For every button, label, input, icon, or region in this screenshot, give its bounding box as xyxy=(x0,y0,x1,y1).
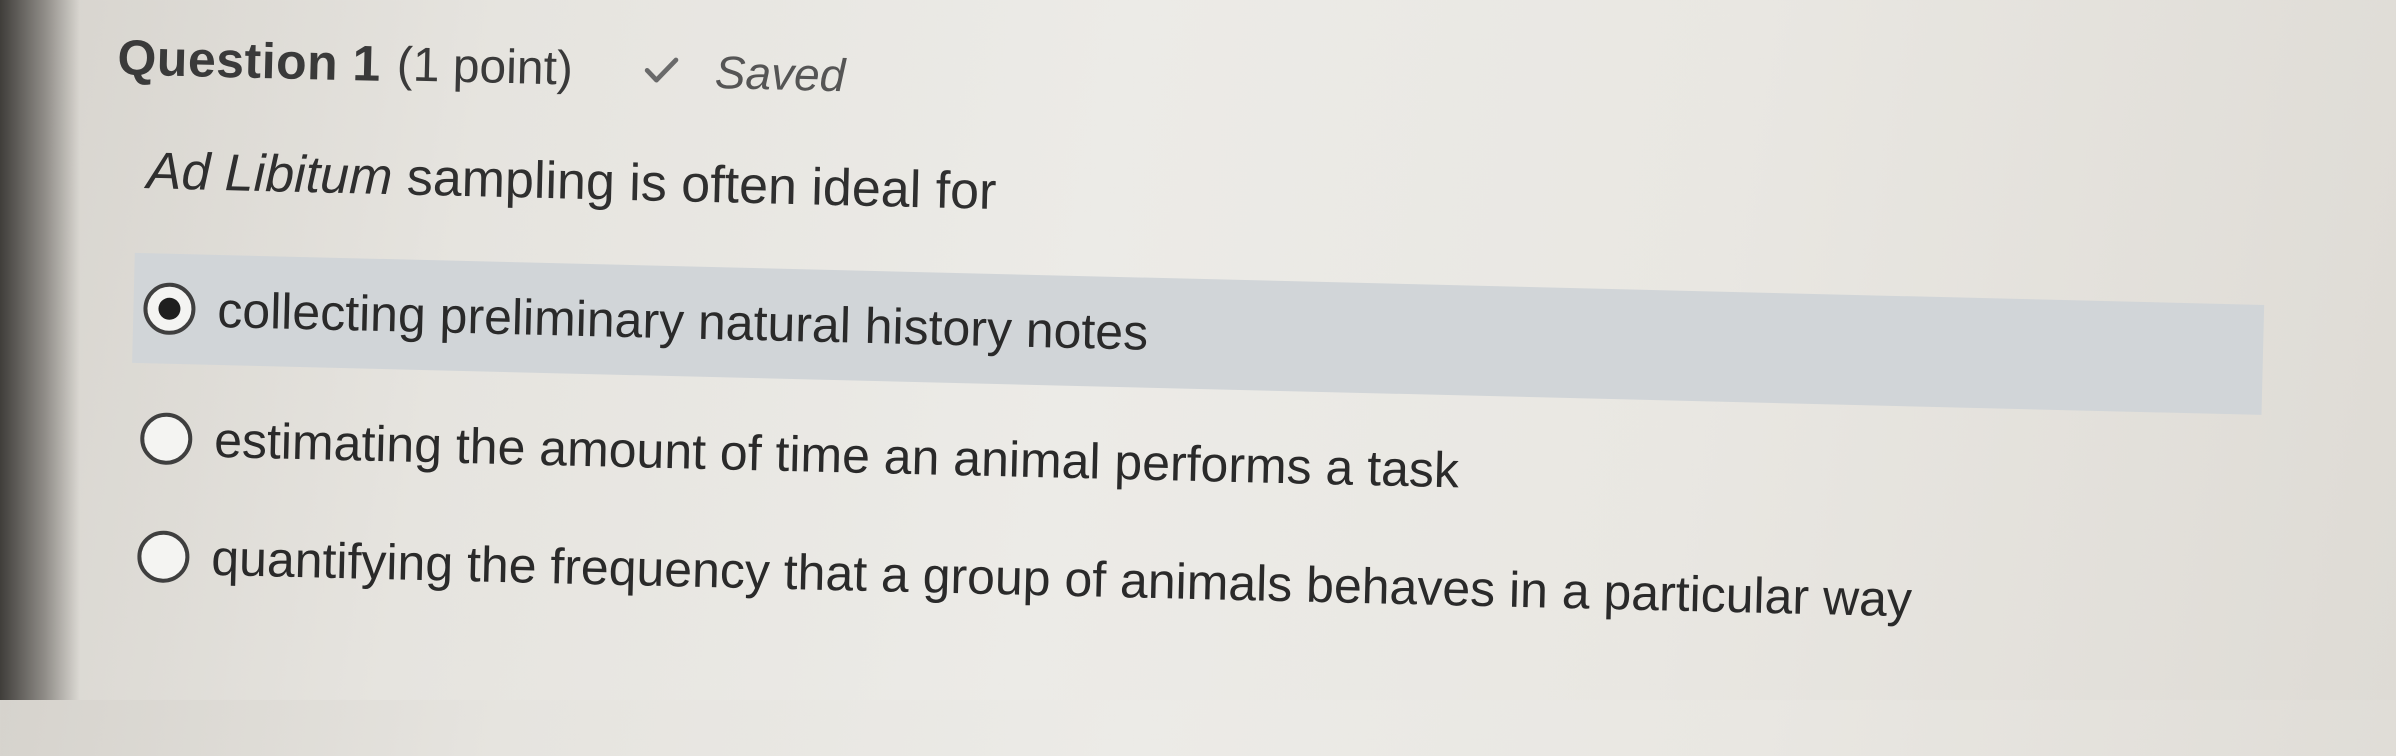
prompt-emphasis: Ad Libitum xyxy=(146,142,394,207)
quiz-question: Question 1 (1 point) Saved Ad Libitum sa… xyxy=(0,0,2396,756)
question-header: Question 1 (1 point) Saved xyxy=(117,22,846,110)
prompt-text: sampling is often ideal for xyxy=(391,148,998,221)
radio-button[interactable] xyxy=(136,530,191,584)
saved-status: Saved xyxy=(642,43,846,102)
answer-option-label: quantifying the frequency that a group o… xyxy=(210,529,1913,628)
answer-option-label: estimating the amount of time an animal … xyxy=(213,411,1460,499)
question-title: Question 1 xyxy=(116,29,382,92)
question-prompt: Ad Libitum sampling is often ideal for xyxy=(146,141,997,222)
question-points: (1 point) xyxy=(396,37,574,96)
radio-button-selected[interactable] xyxy=(142,282,197,336)
check-icon xyxy=(645,57,679,83)
radio-button[interactable] xyxy=(139,412,193,466)
saved-label: Saved xyxy=(714,46,846,102)
answer-option-label: collecting preliminary natural history n… xyxy=(216,281,1149,361)
